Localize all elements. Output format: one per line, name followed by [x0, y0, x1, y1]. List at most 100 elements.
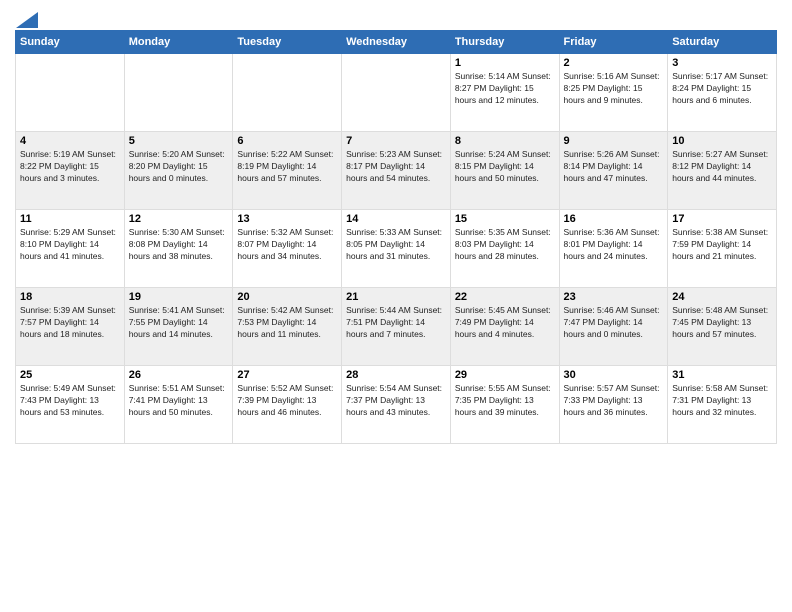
calendar-cell — [342, 54, 451, 132]
day-info: Sunrise: 5:24 AM Sunset: 8:15 PM Dayligh… — [455, 149, 555, 185]
day-info: Sunrise: 5:14 AM Sunset: 8:27 PM Dayligh… — [455, 71, 555, 107]
day-info: Sunrise: 5:54 AM Sunset: 7:37 PM Dayligh… — [346, 383, 446, 419]
day-info: Sunrise: 5:55 AM Sunset: 7:35 PM Dayligh… — [455, 383, 555, 419]
calendar-week-2: 4Sunrise: 5:19 AM Sunset: 8:22 PM Daylig… — [16, 132, 777, 210]
day-number: 30 — [564, 369, 664, 381]
calendar-cell: 27 Sunrise: 5:52 AM Sunset: 7:39 PM Dayli… — [233, 366, 342, 444]
day-info: Sunrise: 5:16 AM Sunset: 8:25 PM Dayligh… — [564, 71, 664, 107]
day-number: 9 — [564, 135, 664, 147]
calendar-cell: 1 Sunrise: 5:14 AM Sunset: 8:27 PM Daylig… — [450, 54, 559, 132]
day-number: 27 — [237, 369, 337, 381]
day-info: Sunrise: 5:38 AM Sunset: 7:59 PM Dayligh… — [672, 227, 772, 263]
calendar-cell: 7 Sunrise: 5:23 AM Sunset: 8:17 PM Daylig… — [342, 132, 451, 210]
day-number: 20 — [237, 291, 337, 303]
weekday-header-sunday: Sunday — [16, 31, 125, 54]
day-info: Sunrise: 5:35 AM Sunset: 8:03 PM Dayligh… — [455, 227, 555, 263]
day-info: Sunrise: 5:17 AM Sunset: 8:24 PM Dayligh… — [672, 71, 772, 107]
calendar-cell: 2 Sunrise: 5:16 AM Sunset: 8:25 PM Daylig… — [559, 54, 668, 132]
day-number: 12 — [129, 213, 229, 225]
day-number: 28 — [346, 369, 446, 381]
calendar-cell: 30 Sunrise: 5:57 AM Sunset: 7:33 PM Dayli… — [559, 366, 668, 444]
calendar-week-5: 25 Sunrise: 5:49 AM Sunset: 7:43 PM Dayli… — [16, 366, 777, 444]
day-number: 13 — [237, 213, 337, 225]
calendar-cell: 16Sunrise: 5:36 AM Sunset: 8:01 PM Dayli… — [559, 210, 668, 288]
calendar-cell — [124, 54, 233, 132]
day-number: 17 — [672, 213, 772, 225]
calendar-cell: 5Sunrise: 5:20 AM Sunset: 8:20 PM Daylig… — [124, 132, 233, 210]
day-number: 31 — [672, 369, 772, 381]
day-info: Sunrise: 5:26 AM Sunset: 8:14 PM Dayligh… — [564, 149, 664, 185]
calendar-cell: 29 Sunrise: 5:55 AM Sunset: 7:35 PM Dayli… — [450, 366, 559, 444]
calendar-cell: 21Sunrise: 5:44 AM Sunset: 7:51 PM Dayli… — [342, 288, 451, 366]
day-info: Sunrise: 5:45 AM Sunset: 7:49 PM Dayligh… — [455, 305, 555, 341]
day-number: 11 — [20, 213, 120, 225]
day-number: 24 — [672, 291, 772, 303]
logo-icon — [16, 12, 38, 28]
calendar-cell: 13 Sunrise: 5:32 AM Sunset: 8:07 PM Dayli… — [233, 210, 342, 288]
calendar-cell: 11 Sunrise: 5:29 AM Sunset: 8:10 PM Dayli… — [16, 210, 125, 288]
calendar-cell: 26 Sunrise: 5:51 AM Sunset: 7:41 PM Dayli… — [124, 366, 233, 444]
calendar-week-1: 1 Sunrise: 5:14 AM Sunset: 8:27 PM Daylig… — [16, 54, 777, 132]
calendar-cell: 20 Sunrise: 5:42 AM Sunset: 7:53 PM Dayli… — [233, 288, 342, 366]
calendar-cell: 6 Sunrise: 5:22 AM Sunset: 8:19 PM Daylig… — [233, 132, 342, 210]
day-number: 5 — [129, 135, 229, 147]
calendar-cell: 25 Sunrise: 5:49 AM Sunset: 7:43 PM Dayli… — [16, 366, 125, 444]
day-number: 19 — [129, 291, 229, 303]
day-number: 26 — [129, 369, 229, 381]
calendar-cell: 12 Sunrise: 5:30 AM Sunset: 8:08 PM Dayli… — [124, 210, 233, 288]
day-info: Sunrise: 5:46 AM Sunset: 7:47 PM Dayligh… — [564, 305, 664, 341]
day-number: 8 — [455, 135, 555, 147]
day-info: Sunrise: 5:32 AM Sunset: 8:07 PM Dayligh… — [237, 227, 337, 263]
calendar-week-4: 18Sunrise: 5:39 AM Sunset: 7:57 PM Dayli… — [16, 288, 777, 366]
day-info: Sunrise: 5:36 AM Sunset: 8:01 PM Dayligh… — [564, 227, 664, 263]
day-number: 3 — [672, 57, 772, 69]
day-number: 29 — [455, 369, 555, 381]
day-info: Sunrise: 5:30 AM Sunset: 8:08 PM Dayligh… — [129, 227, 229, 263]
header — [15, 10, 777, 24]
calendar-cell: 19 Sunrise: 5:41 AM Sunset: 7:55 PM Dayli… — [124, 288, 233, 366]
day-number: 2 — [564, 57, 664, 69]
calendar-table: SundayMondayTuesdayWednesdayThursdayFrid… — [15, 30, 777, 444]
day-info: Sunrise: 5:42 AM Sunset: 7:53 PM Dayligh… — [237, 305, 337, 341]
day-info: Sunrise: 5:23 AM Sunset: 8:17 PM Dayligh… — [346, 149, 446, 185]
day-info: Sunrise: 5:19 AM Sunset: 8:22 PM Dayligh… — [20, 149, 120, 185]
day-info: Sunrise: 5:41 AM Sunset: 7:55 PM Dayligh… — [129, 305, 229, 341]
calendar-cell: 24Sunrise: 5:48 AM Sunset: 7:45 PM Dayli… — [668, 288, 777, 366]
weekday-header-monday: Monday — [124, 31, 233, 54]
calendar-cell: 8 Sunrise: 5:24 AM Sunset: 8:15 PM Daylig… — [450, 132, 559, 210]
day-number: 7 — [346, 135, 446, 147]
calendar-cell: 18Sunrise: 5:39 AM Sunset: 7:57 PM Dayli… — [16, 288, 125, 366]
calendar-cell: 22Sunrise: 5:45 AM Sunset: 7:49 PM Dayli… — [450, 288, 559, 366]
day-info: Sunrise: 5:49 AM Sunset: 7:43 PM Dayligh… — [20, 383, 120, 419]
calendar-cell: 14 Sunrise: 5:33 AM Sunset: 8:05 PM Dayli… — [342, 210, 451, 288]
calendar-week-3: 11 Sunrise: 5:29 AM Sunset: 8:10 PM Dayli… — [16, 210, 777, 288]
weekday-header-saturday: Saturday — [668, 31, 777, 54]
calendar-cell: 23 Sunrise: 5:46 AM Sunset: 7:47 PM Dayli… — [559, 288, 668, 366]
calendar-cell — [233, 54, 342, 132]
calendar-cell: 15Sunrise: 5:35 AM Sunset: 8:03 PM Dayli… — [450, 210, 559, 288]
calendar-cell: 31Sunrise: 5:58 AM Sunset: 7:31 PM Dayli… — [668, 366, 777, 444]
calendar-cell: 9 Sunrise: 5:26 AM Sunset: 8:14 PM Daylig… — [559, 132, 668, 210]
weekday-header-tuesday: Tuesday — [233, 31, 342, 54]
day-info: Sunrise: 5:22 AM Sunset: 8:19 PM Dayligh… — [237, 149, 337, 185]
day-info: Sunrise: 5:51 AM Sunset: 7:41 PM Dayligh… — [129, 383, 229, 419]
calendar-cell: 10Sunrise: 5:27 AM Sunset: 8:12 PM Dayli… — [668, 132, 777, 210]
day-number: 25 — [20, 369, 120, 381]
page-container: SundayMondayTuesdayWednesdayThursdayFrid… — [0, 0, 792, 454]
weekday-header-wednesday: Wednesday — [342, 31, 451, 54]
day-info: Sunrise: 5:33 AM Sunset: 8:05 PM Dayligh… — [346, 227, 446, 263]
day-info: Sunrise: 5:57 AM Sunset: 7:33 PM Dayligh… — [564, 383, 664, 419]
day-number: 6 — [237, 135, 337, 147]
day-number: 23 — [564, 291, 664, 303]
day-number: 14 — [346, 213, 446, 225]
day-number: 21 — [346, 291, 446, 303]
calendar-cell: 17 Sunrise: 5:38 AM Sunset: 7:59 PM Dayli… — [668, 210, 777, 288]
day-number: 1 — [455, 57, 555, 69]
calendar-cell: 3 Sunrise: 5:17 AM Sunset: 8:24 PM Daylig… — [668, 54, 777, 132]
day-info: Sunrise: 5:29 AM Sunset: 8:10 PM Dayligh… — [20, 227, 120, 263]
weekday-header-thursday: Thursday — [450, 31, 559, 54]
day-info: Sunrise: 5:39 AM Sunset: 7:57 PM Dayligh… — [20, 305, 120, 341]
day-number: 10 — [672, 135, 772, 147]
calendar-cell: 28 Sunrise: 5:54 AM Sunset: 7:37 PM Dayli… — [342, 366, 451, 444]
day-info: Sunrise: 5:52 AM Sunset: 7:39 PM Dayligh… — [237, 383, 337, 419]
